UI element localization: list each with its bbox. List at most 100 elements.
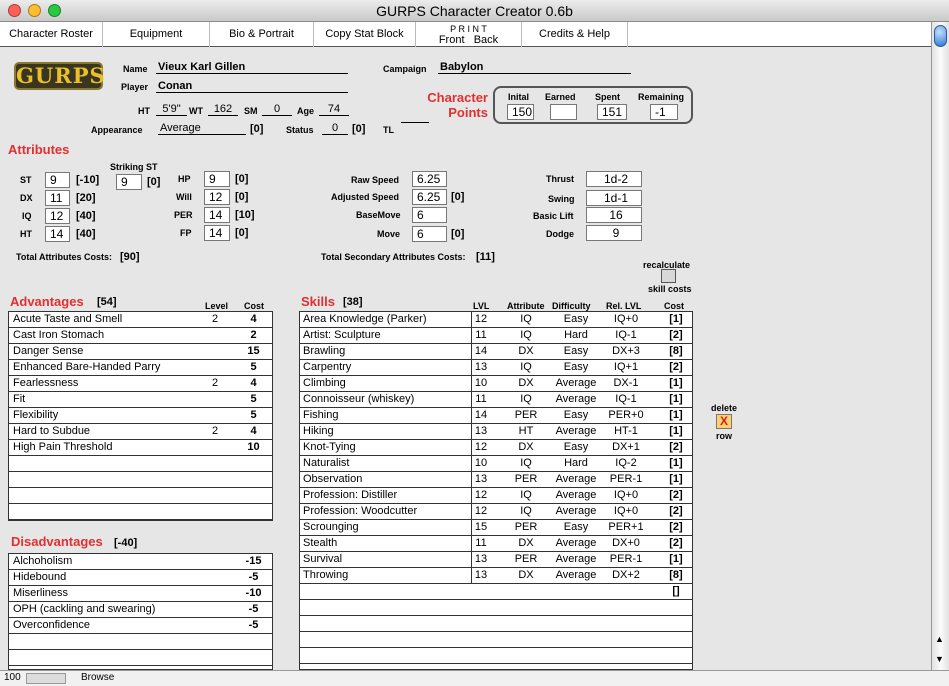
skill-row[interactable] [300,600,692,616]
skill-row[interactable] [300,616,692,632]
delete-row-icon[interactable]: X [716,414,732,429]
zoom-controls-icon[interactable] [26,673,66,684]
disadvantage-row[interactable]: Hidebound -5 [9,570,272,586]
scroll-up-arrow-icon[interactable]: ▲ [935,634,944,644]
skill-row[interactable]: Profession: Woodcutter 12 IQ Average IQ+0 [2] [300,504,692,520]
advantages-cost-header: Cost [244,301,264,311]
striking-st-field[interactable]: 9 [116,174,142,190]
skill-row[interactable]: Throwing 13 DX Average DX+2 [8] [300,568,692,584]
campaign-field[interactable]: Babylon [438,61,631,74]
skill-row[interactable]: Area Knowledge (Parker) 12 IQ Easy IQ+0 [1] [300,312,692,328]
print-front-button[interactable]: Front [439,34,465,46]
dx-field[interactable]: 11 [45,190,70,206]
skill-name: Survival [303,553,343,565]
appearance-field[interactable]: Average [158,122,246,135]
advantage-row[interactable]: Fearlessness 2 4 [9,376,272,392]
skill-name: Area Knowledge (Parker) [303,313,427,325]
skill-row[interactable]: Artist: Sculpture 11 IQ Hard IQ-1 [2] [300,328,692,344]
skill-difficulty: Average [555,569,597,581]
skill-row[interactable]: Knot-Tying 12 DX Easy DX+1 [2] [300,440,692,456]
player-field[interactable]: Conan [156,80,348,93]
weight-field[interactable]: 162 [208,103,238,116]
skill-cost: [2] [669,521,683,533]
adjusted-speed-field[interactable]: 6.25 [412,189,447,205]
advantage-row[interactable]: Flexibility 5 [9,408,272,424]
advantage-cost: 4 [250,377,257,389]
skill-level: 14 [474,345,488,357]
print-back-button[interactable]: Back [474,34,498,46]
copy-stat-block-button[interactable]: Copy Stat Block [314,22,416,47]
skill-row[interactable]: Stealth 11 DX Average DX+0 [2] [300,536,692,552]
zoom-level[interactable]: 100 [4,672,21,683]
vertical-scrollbar[interactable]: ▲ ▼ [931,22,949,672]
advantage-row[interactable] [9,456,272,472]
skill-row[interactable]: Hiking 13 HT Average HT-1 [1] [300,424,692,440]
disadvantage-row[interactable] [9,650,272,666]
skill-difficulty: Average [555,393,597,405]
skill-row[interactable]: Climbing 10 DX Average DX-1 [1] [300,376,692,392]
advantage-row[interactable]: Hard to Subdue 2 4 [9,424,272,440]
will-field[interactable]: 12 [204,189,230,205]
status-field[interactable]: 0 [322,122,348,135]
skill-row[interactable]: Naturalist 10 IQ Hard IQ-2 [1] [300,456,692,472]
hp-field[interactable]: 9 [204,171,230,187]
skill-row[interactable]: Profession: Distiller 12 IQ Average IQ+0 [2] [300,488,692,504]
credits-help-button[interactable]: Credits & Help [522,22,628,47]
character-roster-button[interactable]: Character Roster [0,22,103,47]
skill-row[interactable]: Connoisseur (whiskey) 11 IQ Average IQ-1 [1] [300,392,692,408]
advantage-row[interactable]: High Pain Threshold 10 [9,440,272,456]
skill-difficulty: Easy [563,345,589,357]
advantage-row[interactable] [9,488,272,504]
advantage-row[interactable]: Fit 5 [9,392,272,408]
scroll-down-arrow-icon[interactable]: ▼ [935,654,944,664]
advantage-row[interactable] [9,504,272,520]
disadvantage-name: Hidebound [13,571,67,583]
advantage-row[interactable]: Acute Taste and Smell 2 4 [9,312,272,328]
age-label: Age [297,106,315,116]
skill-row[interactable]: Carpentry 13 IQ Easy IQ+1 [2] [300,360,692,376]
skill-row[interactable]: Observation 13 PER Average PER-1 [1] [300,472,692,488]
recalculate-skill-costs-button[interactable] [661,269,676,283]
disadvantage-row[interactable]: Alchoholism -15 [9,554,272,570]
height-field[interactable]: 5'9" [156,103,187,116]
skill-attribute: PER [514,553,538,565]
disadvantage-row[interactable] [9,634,272,650]
name-field[interactable]: Vieux Karl Gillen [156,61,348,74]
fp-field[interactable]: 14 [204,225,230,241]
equipment-button[interactable]: Equipment [103,22,210,47]
skill-row[interactable] [300,648,692,664]
remaining-label: Remaining [638,92,685,102]
sm-field[interactable]: 0 [262,103,292,116]
age-field[interactable]: 74 [319,103,349,116]
tech-level-field[interactable] [401,122,429,123]
advantages-level-header: Level [205,301,229,311]
disadvantage-row[interactable]: OPH (cackling and swearing) -5 [9,602,272,618]
advantage-name: Flexibility [13,409,59,421]
iq-field[interactable]: 12 [45,208,70,224]
skill-row[interactable]: [] [300,584,692,600]
skill-row[interactable]: Survival 13 PER Average PER-1 [1] [300,552,692,568]
earned-points-field[interactable] [550,104,577,120]
skill-row[interactable] [300,632,692,648]
initial-points-field[interactable]: 150 [507,104,534,120]
ht-field[interactable]: 14 [45,226,70,242]
skill-row[interactable]: Fishing 14 PER Easy PER+0 [1] [300,408,692,424]
advantage-row[interactable] [9,472,272,488]
mode-indicator[interactable]: Browse [81,672,114,683]
advantage-row[interactable]: Enhanced Bare-Handed Parry 5 [9,360,272,376]
advantage-row[interactable]: Danger Sense 15 [9,344,272,360]
st-field[interactable]: 9 [45,172,70,188]
disadvantage-row[interactable]: Overconfidence -5 [9,618,272,634]
move-field[interactable]: 6 [412,226,447,242]
skill-row[interactable]: Scrounging 15 PER Easy PER+1 [2] [300,520,692,536]
skill-row[interactable]: Brawling 14 DX Easy DX+3 [8] [300,344,692,360]
skill-difficulty: Easy [563,409,589,421]
advantage-row[interactable]: Cast Iron Stomach 2 [9,328,272,344]
per-cost: [10] [235,209,255,221]
skills-cost-header: Cost [664,301,684,311]
per-field[interactable]: 14 [204,207,230,223]
skill-attribute: IQ [520,329,532,341]
disadvantage-row[interactable]: Miserliness -10 [9,586,272,602]
scroll-thumb[interactable] [934,25,947,47]
bio-portrait-button[interactable]: Bio & Portrait [210,22,314,47]
